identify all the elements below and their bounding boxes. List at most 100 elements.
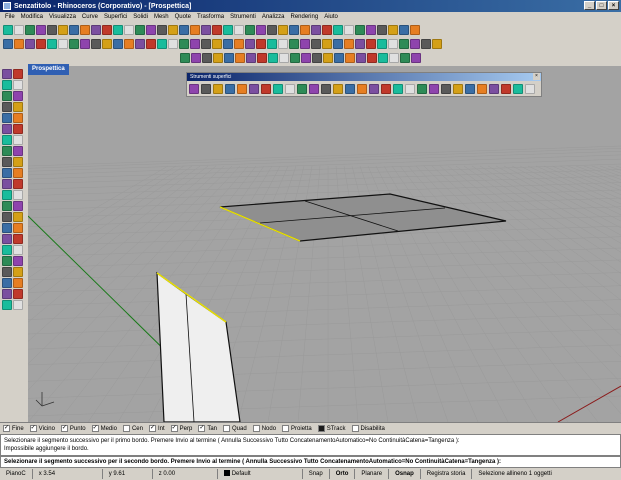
surface-tool-icon[interactable]	[285, 84, 295, 94]
toolbar-tool-icon[interactable]	[366, 24, 376, 35]
toolbar-tool-icon[interactable]	[157, 24, 167, 35]
palette-tool-icon[interactable]	[13, 91, 23, 101]
surface-tool-icon[interactable]	[309, 84, 319, 94]
osnap-cen-checkbox[interactable]	[122, 425, 130, 432]
palette-tool-icon[interactable]	[13, 278, 23, 288]
surface-tool-icon[interactable]	[201, 84, 211, 94]
curve-tool-icon[interactable]	[312, 52, 322, 63]
palette-tool-icon[interactable]	[2, 212, 12, 222]
toolbar-tool-icon[interactable]	[47, 24, 57, 35]
toolbar-tool-icon[interactable]	[399, 24, 409, 35]
toolbar-tool-icon[interactable]	[36, 38, 46, 49]
toolbar-tool-icon[interactable]	[58, 38, 68, 49]
toolbar-tool-icon[interactable]	[388, 24, 398, 35]
surface-tool-icon[interactable]	[513, 84, 523, 94]
toolbar-tool-icon[interactable]	[410, 24, 420, 35]
toolbar-tool-icon[interactable]	[201, 38, 211, 49]
palette-tool-icon[interactable]	[13, 69, 23, 79]
toolbar-tool-icon[interactable]	[146, 38, 156, 49]
palette-tool-icon[interactable]	[2, 69, 12, 79]
palette-tool-icon[interactable]	[2, 80, 12, 90]
palette-tool-icon[interactable]	[2, 135, 12, 145]
curve-tool-icon[interactable]	[345, 52, 355, 63]
curve-tool-icon[interactable]	[279, 52, 289, 63]
toolbar-tool-icon[interactable]	[377, 38, 387, 49]
surface-tool-icon[interactable]	[525, 84, 535, 94]
toolbar-tool-icon[interactable]	[421, 38, 431, 49]
vertical-surface[interactable]	[156, 271, 241, 422]
minimize-button[interactable]: _	[584, 1, 595, 10]
close-button[interactable]: ×	[608, 1, 619, 10]
toolbar-tool-icon[interactable]	[388, 38, 398, 49]
palette-tool-icon[interactable]	[2, 300, 12, 310]
osnap-fine-checkbox[interactable]	[3, 424, 10, 432]
palette-tool-icon[interactable]	[13, 168, 23, 178]
surface-tool-icon[interactable]	[441, 84, 451, 94]
toolbar-tool-icon[interactable]	[377, 24, 387, 35]
toolbar-tool-icon[interactable]	[300, 38, 310, 49]
toolbar-tool-icon[interactable]	[234, 38, 244, 49]
curve-tool-icon[interactable]	[290, 52, 300, 63]
surface-tool-icon[interactable]	[489, 84, 499, 94]
palette-tool-icon[interactable]	[2, 124, 12, 134]
osnap-punto[interactable]: Punto	[60, 424, 86, 432]
toolbar-tool-icon[interactable]	[245, 24, 255, 35]
surface-tool-icon[interactable]	[249, 84, 259, 94]
palette-tool-icon[interactable]	[13, 245, 23, 255]
menu-analizza[interactable]: Analizza	[259, 14, 288, 20]
palette-tool-icon[interactable]	[2, 223, 12, 233]
toolbar-tool-icon[interactable]	[135, 38, 145, 49]
surface-tool-icon[interactable]	[225, 84, 235, 94]
toolbar-tool-icon[interactable]	[410, 38, 420, 49]
toolbar-tool-icon[interactable]	[157, 38, 167, 49]
toolbar-tool-icon[interactable]	[14, 24, 24, 35]
osnap-tan-checkbox[interactable]	[198, 424, 206, 432]
status-layer[interactable]: Default	[218, 469, 303, 479]
surface-tool-icon[interactable]	[465, 84, 475, 94]
palette-tool-icon[interactable]	[13, 179, 23, 189]
osnap-perp[interactable]: Perp	[170, 424, 192, 432]
palette-tool-icon[interactable]	[13, 146, 23, 156]
palette-tool-icon[interactable]	[13, 135, 23, 145]
surface-tool-icon[interactable]	[333, 84, 343, 94]
menu-quote[interactable]: Quote	[172, 14, 194, 20]
curve-tool-icon[interactable]	[323, 52, 333, 63]
toolbar-tool-icon[interactable]	[289, 38, 299, 49]
osnap-proietta-checkbox[interactable]	[282, 425, 290, 432]
toolbar-tool-icon[interactable]	[322, 38, 332, 49]
toolbar-tool-icon[interactable]	[344, 24, 354, 35]
osnap-disabilita[interactable]: Disabilita	[351, 425, 385, 432]
palette-tool-icon[interactable]	[2, 190, 12, 200]
surface-tool-icon[interactable]	[297, 84, 307, 94]
toolbar-tool-icon[interactable]	[91, 38, 101, 49]
osnap-vicino-checkbox[interactable]	[29, 424, 37, 432]
palette-tool-icon[interactable]	[13, 267, 23, 277]
surface-tool-icon[interactable]	[405, 84, 415, 94]
toolbar-tool-icon[interactable]	[267, 24, 277, 35]
toolbar-tool-icon[interactable]	[3, 38, 13, 49]
palette-tool-icon[interactable]	[13, 223, 23, 233]
surface-tool-icon[interactable]	[357, 84, 367, 94]
palette-tool-icon[interactable]	[13, 102, 23, 112]
surface-tools-panel[interactable]: Strumenti superfici ×	[186, 72, 542, 97]
toolbar-tool-icon[interactable]	[256, 38, 266, 49]
osnap-int-checkbox[interactable]	[148, 424, 156, 432]
toolbar-tool-icon[interactable]	[311, 38, 321, 49]
osnap-medio-checkbox[interactable]	[91, 424, 99, 432]
maximize-button[interactable]: □	[596, 1, 607, 10]
menu-rendering[interactable]: Rendering	[288, 14, 322, 20]
toolbar-tool-icon[interactable]	[311, 24, 321, 35]
toolbar-tool-icon[interactable]	[47, 38, 57, 49]
toolbar-tool-icon[interactable]	[80, 24, 90, 35]
menu-visualizza[interactable]: Visualizza	[46, 14, 79, 20]
curve-tool-icon[interactable]	[235, 52, 245, 63]
toolbar-tool-icon[interactable]	[179, 24, 189, 35]
palette-tool-icon[interactable]	[13, 80, 23, 90]
toolbar-tool-icon[interactable]	[69, 38, 79, 49]
toolbar-tool-icon[interactable]	[113, 38, 123, 49]
toolbar-tool-icon[interactable]	[300, 24, 310, 35]
osnap-strack[interactable]: STrack	[317, 425, 346, 432]
osnap-disabilita-checkbox[interactable]	[351, 425, 359, 432]
osnap-quad[interactable]: Quad	[223, 425, 247, 432]
surface-tool-icon[interactable]	[237, 84, 247, 94]
